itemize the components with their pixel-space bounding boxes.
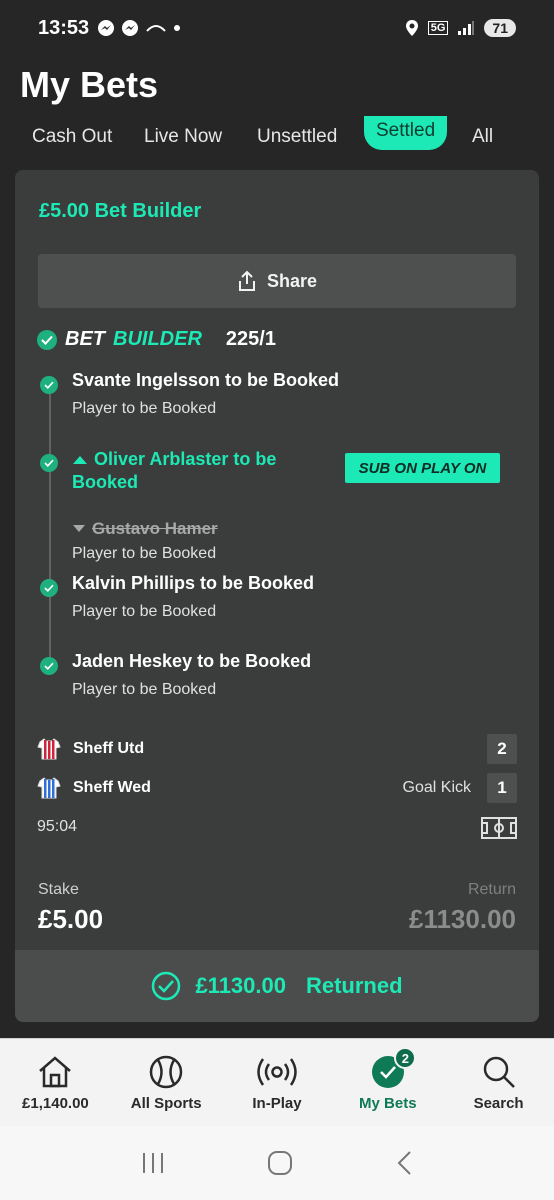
home-score: 2 [487, 734, 517, 764]
away-team-row: Sheff Wed Goal Kick 1 [37, 773, 517, 803]
pitch-icon[interactable] [481, 817, 517, 839]
network-type: 5G [427, 21, 449, 35]
leg-sub-off-name: Gustavo Hamer [92, 519, 218, 538]
bet-odds: 225/1 [225, 328, 276, 350]
back-icon[interactable] [394, 1149, 414, 1177]
recent-apps-icon[interactable] [140, 1151, 166, 1175]
check-icon [40, 657, 58, 675]
legs-timeline [49, 388, 51, 668]
nav-all-sports-label: All Sports [130, 1095, 202, 1112]
messenger-icon [122, 20, 139, 36]
away-score: 1 [487, 773, 517, 803]
return-label: Return [467, 881, 516, 898]
check-icon [40, 579, 58, 597]
nav-search[interactable]: Search [443, 1039, 554, 1126]
stake-label: Stake [38, 881, 79, 898]
leg-selection: Svante Ingelsson to be Booked [72, 370, 340, 390]
leg-sub-on-name: Oliver Arblaster to be Booked [72, 449, 277, 492]
leg-market: Player to be Booked [72, 681, 217, 698]
bet-title: £5.00 Bet Builder [39, 200, 202, 222]
messenger-icon [98, 20, 115, 36]
bottom-nav: £1,140.00 All Sports In-Play 2 My Bets S… [0, 1038, 554, 1126]
location-icon [405, 20, 418, 36]
bet-card: £5.00 Bet Builder Share BET BUILDER 225/… [15, 170, 539, 1022]
returned-text: Returned [305, 973, 403, 998]
home-icon [39, 1056, 72, 1088]
returned-bar: £1130.00 Returned [15, 950, 539, 1022]
home-team-name: Sheff Utd [73, 740, 145, 757]
check-icon [40, 454, 58, 472]
leg-selection: Kalvin Phillips to be Booked [72, 573, 315, 593]
dot-icon [174, 25, 181, 31]
leg-selection: Jaden Heskey to be Booked [72, 651, 312, 671]
nav-search-label: Search [473, 1095, 524, 1112]
nav-in-play[interactable]: In-Play [222, 1039, 333, 1126]
match-event: Goal Kick [402, 779, 471, 796]
battery-indicator: 71 [484, 19, 516, 37]
leg-market: Player to be Booked [72, 400, 217, 417]
status-time: 13:53 [38, 16, 90, 39]
share-icon [238, 270, 255, 291]
my-bets-count-badge: 2 [394, 1047, 417, 1069]
returned-amount: £1130.00 [195, 973, 286, 998]
system-nav-bar [0, 1126, 554, 1200]
bet-builder-word1: BET [65, 328, 105, 350]
leg-market: Player to be Booked [72, 545, 217, 562]
tab-all[interactable]: All [472, 116, 493, 150]
nav-my-bets[interactable]: 2 My Bets [332, 1039, 443, 1126]
share-label: Share [266, 270, 318, 291]
search-icon [483, 1056, 515, 1088]
tab-unsettled[interactable]: Unsettled [257, 116, 337, 150]
check-icon [37, 329, 57, 350]
tab-live-now[interactable]: Live Now [144, 116, 222, 150]
away-shirt-icon [37, 777, 61, 799]
bet-tabs: Cash Out Live Now Unsettled Settled All [0, 116, 554, 156]
home-button-icon[interactable] [266, 1149, 294, 1177]
leg-market: Player to be Booked [72, 603, 217, 620]
home-shirt-icon [37, 738, 61, 760]
bet-builder-word2: BUILDER [113, 328, 202, 350]
sub-on-play-on-badge: SUB ON PLAY ON [345, 453, 500, 483]
nav-balance[interactable]: £1,140.00 [0, 1039, 111, 1126]
ball-icon [149, 1055, 183, 1089]
app-notification-icon [146, 25, 166, 32]
status-bar: 13:53 5G 71 [0, 0, 554, 56]
stake-value: £5.00 [38, 904, 104, 934]
away-team-name: Sheff Wed [73, 779, 151, 796]
nav-balance-label: £1,140.00 [22, 1095, 89, 1112]
check-icon [40, 376, 58, 394]
share-button[interactable]: Share [38, 254, 516, 308]
nav-all-sports[interactable]: All Sports [111, 1039, 222, 1126]
nav-in-play-label: In-Play [252, 1095, 302, 1112]
signal-icon [458, 21, 475, 35]
tab-cash-out[interactable]: Cash Out [32, 116, 112, 150]
arrow-down-icon [73, 525, 85, 532]
return-value: £1130.00 [408, 904, 516, 934]
nav-my-bets-label: My Bets [359, 1095, 417, 1112]
leg-selection-sub-on: Oliver Arblaster to be Booked [72, 448, 312, 494]
home-team-row: Sheff Utd 2 [37, 734, 517, 764]
status-right: 5G 71 [405, 19, 516, 37]
bet-builder-header: BET BUILDER 225/1 [37, 328, 276, 351]
arrow-up-icon [73, 456, 87, 464]
page-title: My Bets [20, 64, 159, 105]
tab-settled[interactable]: Settled [364, 116, 448, 150]
match-clock: 95:04 [37, 818, 78, 835]
live-icon [257, 1058, 297, 1086]
notification-icons [97, 19, 181, 37]
check-circle-icon [152, 971, 181, 1001]
leg-sub-off: Gustavo Hamer [72, 519, 218, 539]
